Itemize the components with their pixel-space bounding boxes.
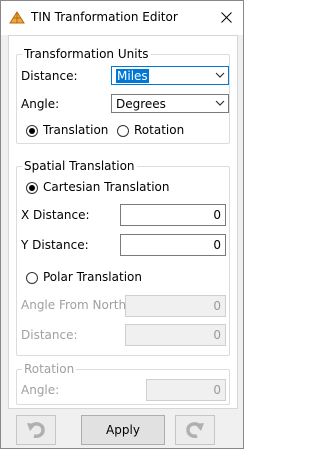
y-distance-value: 0	[213, 238, 221, 252]
rotation-legend: Rotation	[22, 362, 77, 376]
polar-translation-radio[interactable]	[26, 272, 38, 284]
chevron-down-icon	[215, 72, 225, 78]
redo-button[interactable]	[175, 415, 215, 445]
spatial-translation-legend: Spatial Translation	[22, 159, 137, 173]
polar-distance-input[interactable]: 0	[125, 324, 226, 346]
close-icon	[220, 11, 232, 23]
translation-radio-label: Translation	[43, 123, 109, 137]
angle-from-north-input[interactable]: 0	[125, 295, 226, 317]
apply-button-label: Apply	[106, 423, 140, 437]
close-button[interactable]	[211, 3, 241, 31]
rotation-angle-value: 0	[213, 383, 221, 397]
angle-from-north-label: Angle From North:	[21, 298, 131, 312]
translation-radio[interactable]	[26, 125, 38, 137]
transformation-units-legend: Transformation Units	[22, 47, 151, 61]
distance-units-value: Miles	[116, 69, 149, 83]
window-title: TIN Tranformation Editor	[31, 10, 178, 24]
rotation-angle-input[interactable]: 0	[146, 379, 226, 401]
x-distance-label: X Distance:	[21, 208, 90, 222]
apply-button[interactable]: Apply	[81, 415, 165, 445]
rotation-radio[interactable]	[117, 125, 129, 137]
title-bar: TIN Tranformation Editor	[1, 1, 243, 35]
angle-units-value: Degrees	[116, 97, 166, 111]
tin-app-icon	[9, 11, 25, 24]
cartesian-translation-radio[interactable]	[26, 182, 38, 194]
y-distance-label: Y Distance:	[21, 238, 89, 252]
undo-icon	[27, 422, 45, 438]
x-distance-value: 0	[213, 208, 221, 222]
dialog-window: TIN Tranformation Editor Transformation …	[0, 0, 244, 449]
distance-units-label: Distance:	[21, 69, 78, 83]
chevron-down-icon	[215, 100, 225, 106]
cartesian-translation-label: Cartesian Translation	[43, 180, 170, 194]
angle-from-north-value: 0	[213, 299, 221, 313]
rotation-angle-label: Angle:	[21, 383, 60, 397]
polar-distance-value: 0	[213, 328, 221, 342]
angle-units-label: Angle:	[21, 97, 60, 111]
angle-units-select[interactable]: Degrees	[111, 94, 229, 113]
editor-panel: Transformation Units Distance: Miles Ang…	[8, 35, 238, 409]
x-distance-input[interactable]: 0	[120, 204, 226, 226]
redo-icon	[186, 422, 204, 438]
polar-distance-label: Distance:	[21, 328, 78, 342]
rotation-radio-label: Rotation	[134, 123, 185, 137]
undo-button[interactable]	[16, 415, 56, 445]
y-distance-input[interactable]: 0	[120, 234, 226, 256]
polar-translation-label: Polar Translation	[43, 270, 142, 284]
distance-units-select[interactable]: Miles	[111, 66, 229, 85]
